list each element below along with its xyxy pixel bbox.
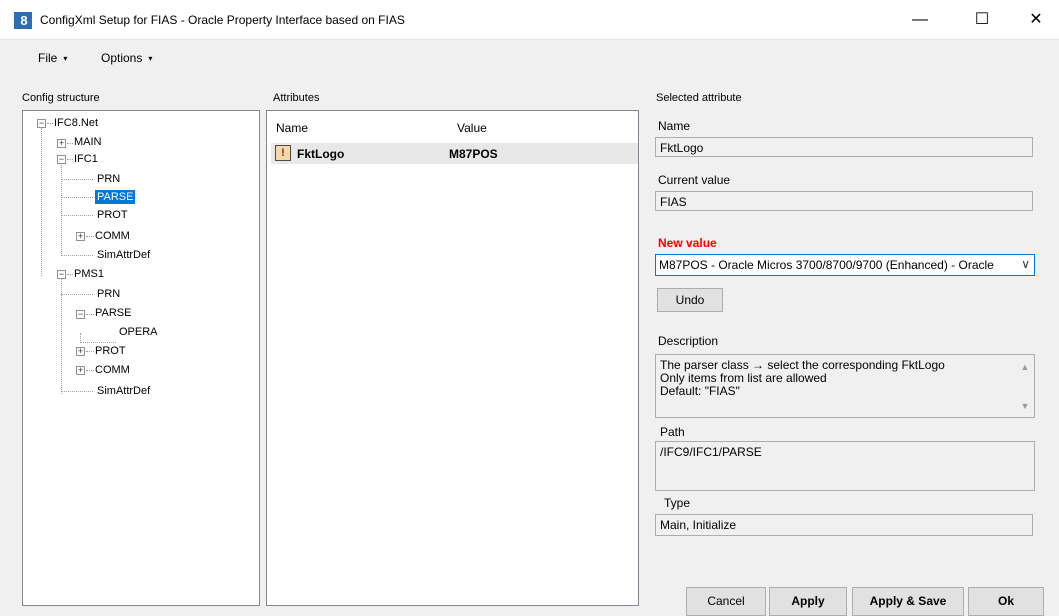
menu-file[interactable]: File ▾ [38,51,67,65]
name-field[interactable]: FktLogo [655,137,1033,157]
tree-branch-line [67,159,73,160]
selected-attribute-label: Selected attribute [655,91,743,105]
description-field[interactable]: The parser class → select the correspond… [655,354,1035,418]
attribute-value: M87POS [449,147,498,161]
tree-branch-line [61,391,93,392]
name-label: Name [658,119,691,133]
new-value-text: M87POS - Oracle Micros 3700/8700/9700 (E… [659,258,994,272]
attributes-label: Attributes [272,91,321,105]
description-label: Description [658,334,719,348]
tree-branch-line [61,255,93,256]
menu-bar: File ▾ Options ▾ [0,44,1059,72]
tree-node-parse[interactable]: PARSE [95,306,131,320]
tree-node-main[interactable]: MAIN [74,135,102,149]
expand-icon[interactable]: + [57,139,66,148]
tree-node-simattrdef[interactable]: SimAttrDef [97,248,150,262]
attribute-name: FktLogo [297,147,345,161]
ok-button[interactable]: Ok [968,587,1044,616]
new-value-label: New value [658,236,717,250]
tree-node-ifc8[interactable]: IFC8.Net [54,116,98,130]
tree-node-comm[interactable]: COMM [95,363,130,377]
tree-guide-line [41,128,42,276]
window-title: ConfigXml Setup for FIAS - Oracle Proper… [40,13,405,27]
tree-branch-line [86,370,94,371]
new-value-dropdown[interactable]: M87POS - Oracle Micros 3700/8700/9700 (E… [655,254,1035,276]
config-structure-label: Config structure [21,91,101,105]
tree-branch-line [86,351,94,352]
tree-node-prot[interactable]: PROT [97,208,128,222]
collapse-icon[interactable]: − [37,119,46,128]
description-line: Default: "FIAS" [660,384,740,398]
current-value-field[interactable]: FIAS [655,191,1033,211]
apply-and-save-button[interactable]: Apply & Save [852,587,964,616]
apply-button[interactable]: Apply [769,587,847,616]
tree-guide-line [61,156,62,256]
attribute-row[interactable]: ! FktLogo M87POS [271,143,638,164]
collapse-icon[interactable]: − [57,270,66,279]
app-icon-text: 8 [20,13,28,28]
expand-icon[interactable]: + [76,232,85,241]
attribute-icon: ! [275,145,291,161]
tree-node-prot[interactable]: PROT [95,344,126,358]
maximize-button[interactable]: ☐ [959,0,1005,40]
tree-node-pms1[interactable]: PMS1 [74,267,104,281]
chevron-down-icon: ▾ [148,54,153,63]
tree-guide-line [61,274,62,394]
attributes-list[interactable]: Name Value ! FktLogo M87POS [266,110,639,606]
menu-file-label: File [38,51,58,65]
tree-branch-line [61,294,93,295]
minimize-button[interactable]: — [897,0,943,40]
title-bar: 8 ConfigXml Setup for FIAS - Oracle Prop… [0,0,1059,40]
tree-branch-line [67,274,73,275]
scroll-up-icon[interactable]: ▲ [1018,361,1032,374]
undo-button[interactable]: Undo [657,288,723,312]
app-icon: 8 [14,12,32,29]
column-header-value[interactable]: Value [457,121,487,135]
tree-node-opera[interactable]: OPERA [119,325,158,339]
path-field[interactable]: /IFC9/IFC1/PARSE [655,441,1035,491]
tree-branch-line [61,215,93,216]
type-label: Type [664,496,691,510]
current-value-label: Current value [658,173,731,187]
menu-options-label: Options [101,51,143,65]
expand-icon[interactable]: + [76,347,85,356]
tree-branch-line [67,143,73,144]
tree-branch-line [61,197,93,198]
tree-node-ifc1[interactable]: IFC1 [74,152,98,166]
collapse-icon[interactable]: − [76,310,85,319]
collapse-icon[interactable]: − [57,155,66,164]
tree-node-prn[interactable]: PRN [97,172,120,186]
tree-branch-line [86,236,94,237]
path-label: Path [660,425,685,439]
config-tree[interactable]: − IFC8.Net + MAIN − IFC1 PRN PARSE PROT … [22,110,260,606]
scroll-down-icon[interactable]: ▼ [1018,400,1032,413]
cancel-button[interactable]: Cancel [686,587,766,616]
tree-branch-line [61,179,93,180]
tree-node-simattrdef[interactable]: SimAttrDef [97,384,150,398]
menu-options[interactable]: Options ▾ [101,51,152,65]
chevron-down-icon[interactable]: ∨ [1021,257,1030,271]
tree-branch-line [86,314,94,315]
chevron-down-icon: ▾ [63,54,68,63]
tree-node-comm[interactable]: COMM [95,229,130,243]
type-field[interactable]: Main, Initialize [655,514,1033,536]
tree-node-parse-selected[interactable]: PARSE [95,190,136,204]
column-header-name[interactable]: Name [276,121,308,135]
description-scrollbar[interactable]: ▲ ▼ [1018,357,1032,415]
expand-icon[interactable]: + [76,366,85,375]
tree-node-prn[interactable]: PRN [97,287,120,301]
tree-branch-line [80,342,116,343]
tree-branch-line [47,123,53,124]
close-button[interactable]: ✕ [1013,0,1059,40]
